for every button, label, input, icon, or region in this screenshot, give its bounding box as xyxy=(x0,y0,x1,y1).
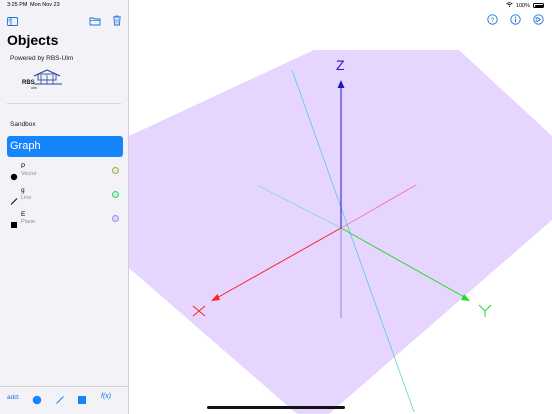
object-type: Line xyxy=(21,195,32,201)
add-toolbar: add: f(x) xyxy=(0,386,129,414)
wifi-icon xyxy=(506,2,513,9)
vector-point-icon xyxy=(10,168,18,181)
sidebar-divider xyxy=(7,103,121,104)
object-name: E xyxy=(21,211,26,218)
battery-percent: 100% xyxy=(515,2,530,9)
graph-canvas[interactable]: Z ? xyxy=(129,0,552,414)
powered-by-label: Powered by RBS-Ulm xyxy=(10,55,74,62)
section-header-sandbox: Sandbox xyxy=(10,121,36,128)
graph-item-active[interactable]: Graph xyxy=(7,136,123,157)
scene-svg[interactable]: Z xyxy=(129,0,552,414)
visibility-toggle-icon[interactable] xyxy=(112,167,119,174)
add-function-button[interactable]: f(x) xyxy=(101,393,111,400)
home-indicator xyxy=(207,406,345,409)
sidebar-toolbar xyxy=(0,13,129,27)
object-type: Vector xyxy=(21,171,37,177)
status-right: 100% xyxy=(506,2,544,9)
status-date: Mon Nov 23 xyxy=(30,2,60,8)
add-vector-icon[interactable] xyxy=(32,392,42,410)
visibility-toggle-icon[interactable] xyxy=(112,191,119,198)
svg-text:?: ? xyxy=(491,17,495,24)
object-row-p[interactable]: P Vector xyxy=(0,163,129,183)
add-line-icon[interactable] xyxy=(55,392,65,410)
status-time: 3:25 PM xyxy=(7,2,28,8)
rbs-ulm-logo: RBS ulm xyxy=(20,68,66,90)
page-title: Objects xyxy=(7,32,59,48)
svg-text:ulm: ulm xyxy=(31,86,37,90)
visibility-toggle-icon[interactable] xyxy=(112,215,119,222)
add-label: add: xyxy=(7,394,20,401)
object-type: Plane xyxy=(21,219,36,225)
object-row-g[interactable]: g Line xyxy=(0,187,129,207)
trash-icon[interactable] xyxy=(112,13,122,31)
status-bar: 3:25 PM Mon Nov 23 100% xyxy=(0,0,552,10)
object-name: g xyxy=(21,187,25,194)
battery-icon xyxy=(533,3,544,8)
object-row-e[interactable]: E Plane xyxy=(0,211,129,231)
plane-square-icon xyxy=(10,216,18,228)
folder-icon[interactable] xyxy=(89,13,101,31)
sidebar: Objects Powered by RBS-Ulm RBS ulm Sandb… xyxy=(0,0,129,414)
y-axis-label xyxy=(478,304,492,317)
object-name: P xyxy=(21,163,26,170)
add-plane-icon[interactable] xyxy=(77,392,87,410)
sidebar-toggle-icon[interactable] xyxy=(7,13,18,31)
line-icon xyxy=(10,192,18,205)
z-axis-label: Z xyxy=(336,57,345,73)
